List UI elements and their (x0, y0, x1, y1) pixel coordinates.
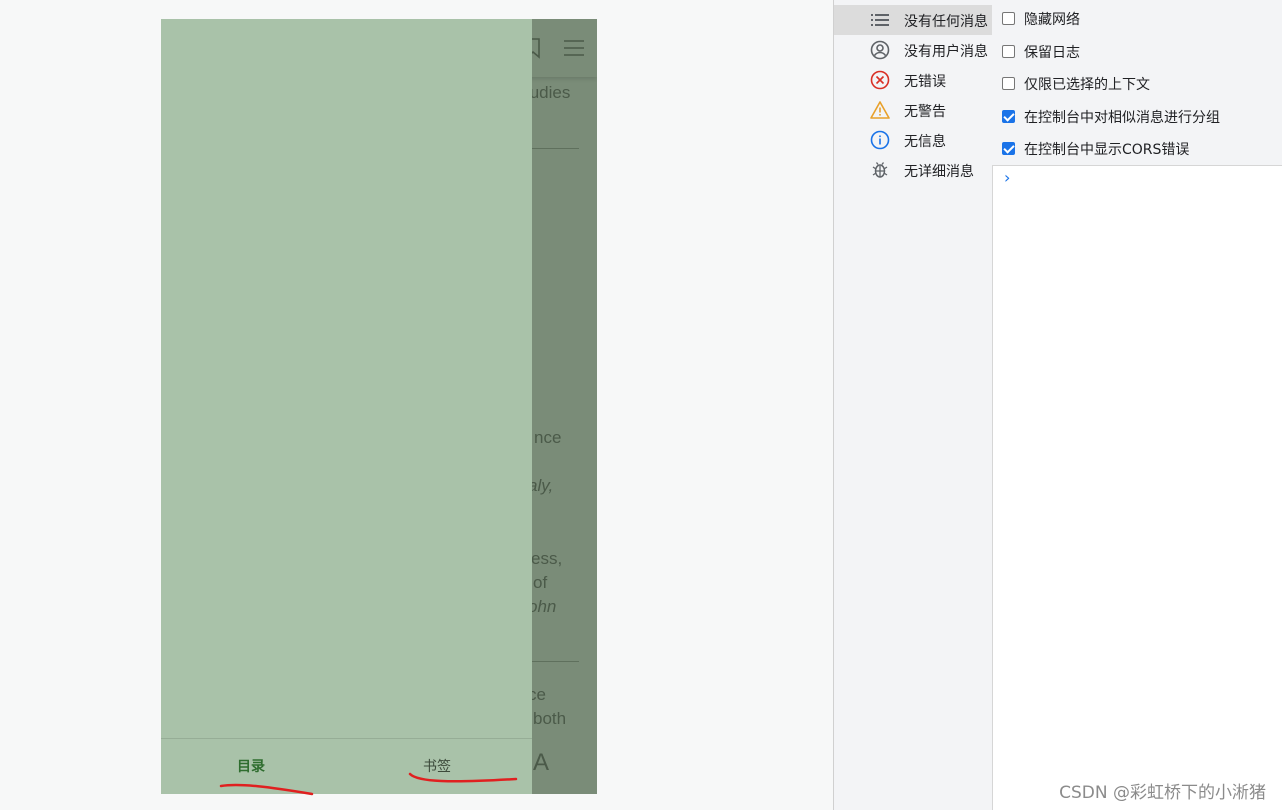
text-fragment: ess, (531, 549, 563, 568)
setting-label: 隐藏网络 (1024, 12, 1080, 28)
sidebar-item-label: 无警告 (904, 104, 946, 120)
setting-label: 保留日志 (1024, 45, 1080, 61)
checkbox[interactable] (1002, 45, 1015, 58)
checkbox[interactable] (1002, 12, 1015, 25)
user-circle-icon (870, 40, 890, 60)
tab-bookmarks[interactable]: 书签 (423, 756, 451, 776)
sidebar-item-user-messages[interactable]: 没有用户消息 (834, 35, 992, 65)
console-sidebar: 没有任何消息 没有用户消息 无错误 无警告 无信息 无详细消息 (834, 0, 993, 810)
sidebar-item-label: 没有任何消息 (904, 14, 988, 30)
sidebar-item-label: 没有用户消息 (904, 44, 988, 60)
sidebar-item-info[interactable]: 无信息 (834, 125, 992, 155)
list-icon (870, 10, 890, 30)
text-fragment: of (533, 573, 548, 592)
divider (529, 661, 579, 662)
sidebar-item-all-messages[interactable]: 没有任何消息 (834, 5, 992, 35)
sidebar-item-label: 无详细消息 (904, 164, 974, 180)
devtools-console-panel: 没有任何消息 没有用户消息 无错误 无警告 无信息 无详细消息 隐藏网络 保留日… (833, 0, 1282, 810)
bug-icon (870, 160, 890, 180)
drawer-tab-bar: 目录 书签 (161, 738, 532, 794)
text-fragment: nce (534, 428, 562, 447)
text-fragment: ohn (528, 597, 557, 616)
checkbox[interactable] (1002, 142, 1015, 155)
sidebar-item-verbose[interactable]: 无详细消息 (834, 155, 992, 185)
checkbox[interactable] (1002, 110, 1015, 123)
checkbox[interactable] (1002, 77, 1015, 90)
menu-icon[interactable] (563, 39, 585, 61)
info-icon (870, 130, 890, 150)
sidebar-item-warnings[interactable]: 无警告 (834, 95, 992, 125)
console-settings-panel: 隐藏网络 保留日志 仅限已选择的上下文 在控制台中对相似消息进行分组 在控制台中… (992, 0, 1282, 166)
setting-label: 在控制台中对相似消息进行分组 (1024, 110, 1220, 126)
console-prompt-icon[interactable]: › (1004, 168, 1010, 187)
sidebar-item-label: 无错误 (904, 74, 946, 90)
sidebar-item-label: 无信息 (904, 134, 946, 150)
toc-drawer: 目录 书签 (161, 19, 532, 794)
font-size-button[interactable]: A (533, 749, 549, 777)
reader-viewport: tudies nce aly, ess, of ohn ce both A 目录… (161, 19, 597, 794)
setting-label: 仅限已选择的上下文 (1024, 77, 1150, 93)
sidebar-item-errors[interactable]: 无错误 (834, 65, 992, 95)
watermark: CSDN @彩虹桥下的小淅猪 (1059, 783, 1266, 803)
warning-icon (870, 100, 890, 120)
tab-contents[interactable]: 目录 (237, 756, 265, 776)
error-icon (870, 70, 890, 90)
text-fragment: both (533, 709, 567, 728)
setting-label: 在控制台中显示CORS错误 (1024, 142, 1190, 158)
